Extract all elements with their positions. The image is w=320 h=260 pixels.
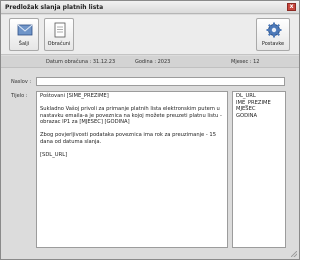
close-icon: x [289, 3, 294, 10]
close-button[interactable]: x [287, 3, 296, 11]
month-value: Mjesec : 12 [231, 59, 260, 65]
send-label: Šalji [18, 41, 30, 47]
send-button[interactable]: Šalji [9, 18, 39, 51]
document-icon [54, 22, 66, 38]
body-paragraph: [SDL_URL] [40, 151, 68, 158]
calculations-label: Obračuni [47, 41, 71, 47]
settings-button[interactable]: Postavke [256, 18, 290, 51]
window-title: Predložak slanja platnih lista [5, 4, 104, 11]
envelope-icon [17, 24, 33, 36]
subject-label: Naslov : [11, 79, 32, 85]
subject-input[interactable] [36, 77, 285, 86]
body-paragraph: Zbog povjerljivosti podataka poveznica i… [40, 132, 217, 145]
title-bar[interactable]: Predložak slanja platnih lista x [1, 1, 299, 14]
body-paragraph: Poštovani [SIME_PREZIME] [40, 93, 109, 99]
calculations-button[interactable]: Obračuni [44, 18, 74, 51]
body-textarea[interactable]: Poštovani [SIME_PREZIME] Sukladno Vašoj … [36, 91, 228, 248]
body-label: Tijelo : [11, 93, 28, 99]
info-bar: Datum obračuna : 31.12.23 Godina : 2023 … [1, 56, 299, 68]
toolbar: Šalji Obračuni Postavke [1, 15, 299, 55]
year-value: Godina : 2023 [135, 59, 171, 65]
calculation-date: Datum obračuna : 31.12.23 [46, 59, 116, 65]
dialog-window: Predložak slanja platnih lista x Šalji O… [0, 0, 300, 260]
body-paragraph: Sukladno Vašoj privoli za primanje platn… [40, 106, 222, 125]
gear-icon [266, 22, 282, 38]
resize-grip[interactable] [291, 251, 297, 257]
variables-list[interactable]: DL_URL IME_PREZIME MJESEC GODINA [232, 91, 286, 248]
variable-item[interactable]: GODINA [236, 113, 282, 120]
settings-label: Postavke [261, 41, 285, 47]
